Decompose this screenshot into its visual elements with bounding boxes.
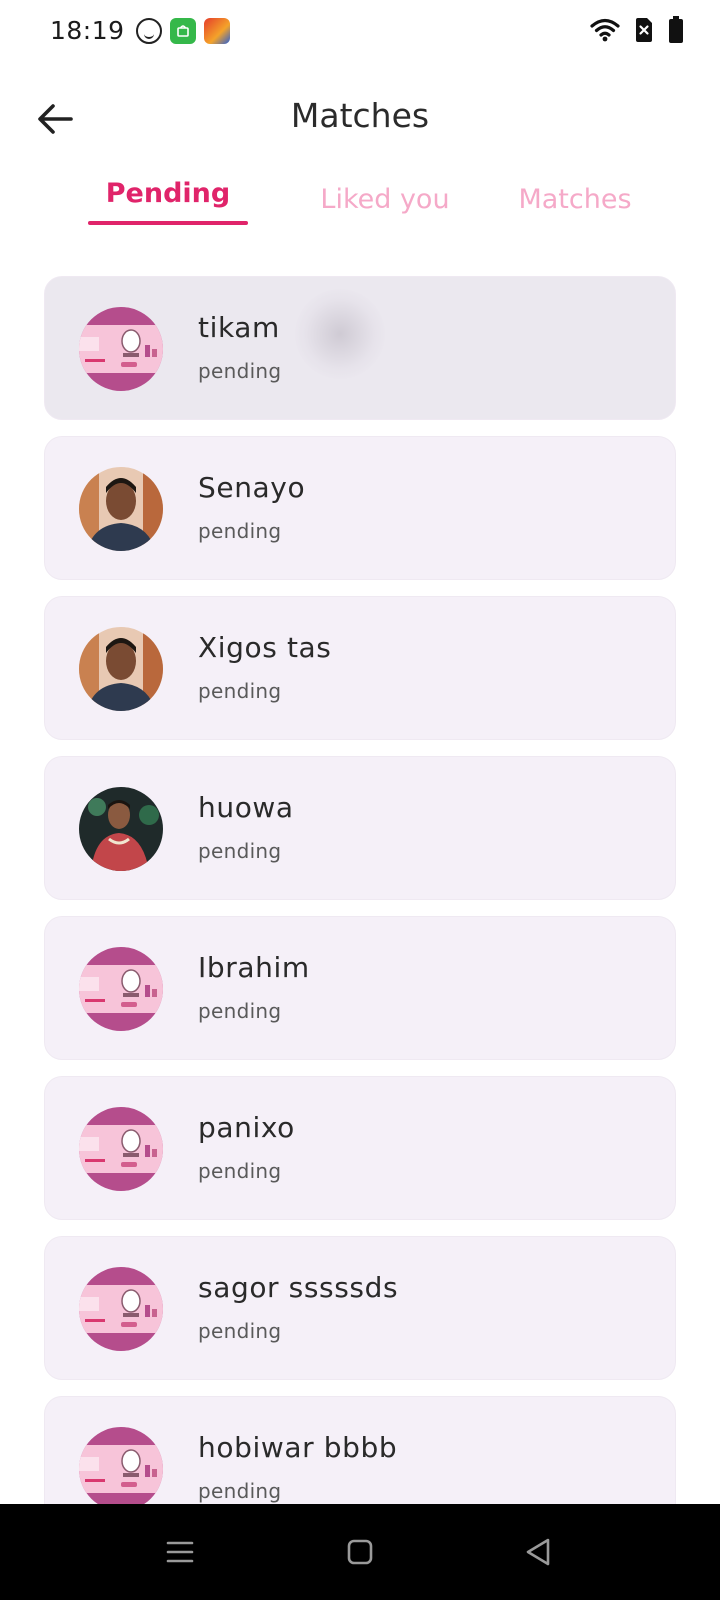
avatar	[79, 467, 163, 551]
match-name: sagor sssssds	[198, 1271, 399, 1304]
home-button[interactable]	[340, 1532, 380, 1572]
match-status: pending	[198, 519, 282, 543]
menu-icon	[166, 1541, 194, 1563]
avatar	[79, 307, 163, 391]
active-tab-indicator	[88, 221, 248, 225]
status-bar: 18:19	[0, 0, 720, 64]
page-title: Matches	[290, 96, 430, 135]
home-icon	[347, 1539, 373, 1565]
match-card[interactable]: Xigos tas pending	[44, 596, 676, 740]
match-name: hobiwar bbbb	[198, 1431, 398, 1464]
match-status: pending	[198, 839, 282, 863]
shopping-app-icon	[170, 18, 196, 44]
match-card[interactable]: Senayo pending	[44, 436, 676, 580]
match-card[interactable]: sagor sssssds pending	[44, 1236, 676, 1380]
match-name: Xigos tas	[198, 631, 332, 664]
tab-liked-you[interactable]: Liked you	[300, 184, 470, 215]
game-app-icon	[204, 18, 230, 44]
avatar	[79, 627, 163, 711]
match-card[interactable]: hobiwar bbbb pending	[44, 1396, 676, 1504]
match-name: tikam	[198, 311, 280, 344]
no-sim-icon	[634, 17, 654, 47]
system-icons	[590, 16, 684, 48]
avatar	[79, 1427, 163, 1504]
match-card[interactable]: huowa pending	[44, 756, 676, 900]
back-triangle-icon	[526, 1538, 550, 1566]
status-time: 18:19	[50, 16, 125, 45]
match-card[interactable]: panixo pending	[44, 1076, 676, 1220]
match-status: pending	[198, 1159, 282, 1183]
battery-icon	[668, 16, 684, 48]
match-status: pending	[198, 999, 282, 1023]
avatar	[79, 1107, 163, 1191]
face-app-icon	[136, 18, 162, 44]
recents-button[interactable]	[160, 1532, 200, 1572]
match-card[interactable]: Ibrahim pending	[44, 916, 676, 1060]
avatar	[79, 1267, 163, 1351]
match-status: pending	[198, 1479, 282, 1503]
touch-ripple	[295, 289, 385, 379]
match-card[interactable]: tikam pending	[44, 276, 676, 420]
match-status: pending	[198, 1319, 282, 1343]
system-navigation-bar	[0, 1504, 720, 1600]
match-name: panixo	[198, 1111, 295, 1144]
tab-matches[interactable]: Matches	[500, 184, 650, 215]
match-status: pending	[198, 359, 282, 383]
back-nav-button[interactable]	[518, 1532, 558, 1572]
match-status: pending	[198, 679, 282, 703]
tab-pending[interactable]: Pending	[88, 178, 248, 209]
avatar	[79, 947, 163, 1031]
match-name: huowa	[198, 791, 294, 824]
notification-icons	[136, 18, 230, 44]
match-name: Ibrahim	[198, 951, 310, 984]
wifi-icon	[590, 18, 620, 46]
matches-list[interactable]: tikam pending Senayo pending Xigos tas p…	[44, 276, 676, 1504]
match-name: Senayo	[198, 471, 306, 504]
avatar	[79, 787, 163, 871]
matches-screen: 18:19 Matches Pending Liked you Matches …	[0, 0, 720, 1600]
